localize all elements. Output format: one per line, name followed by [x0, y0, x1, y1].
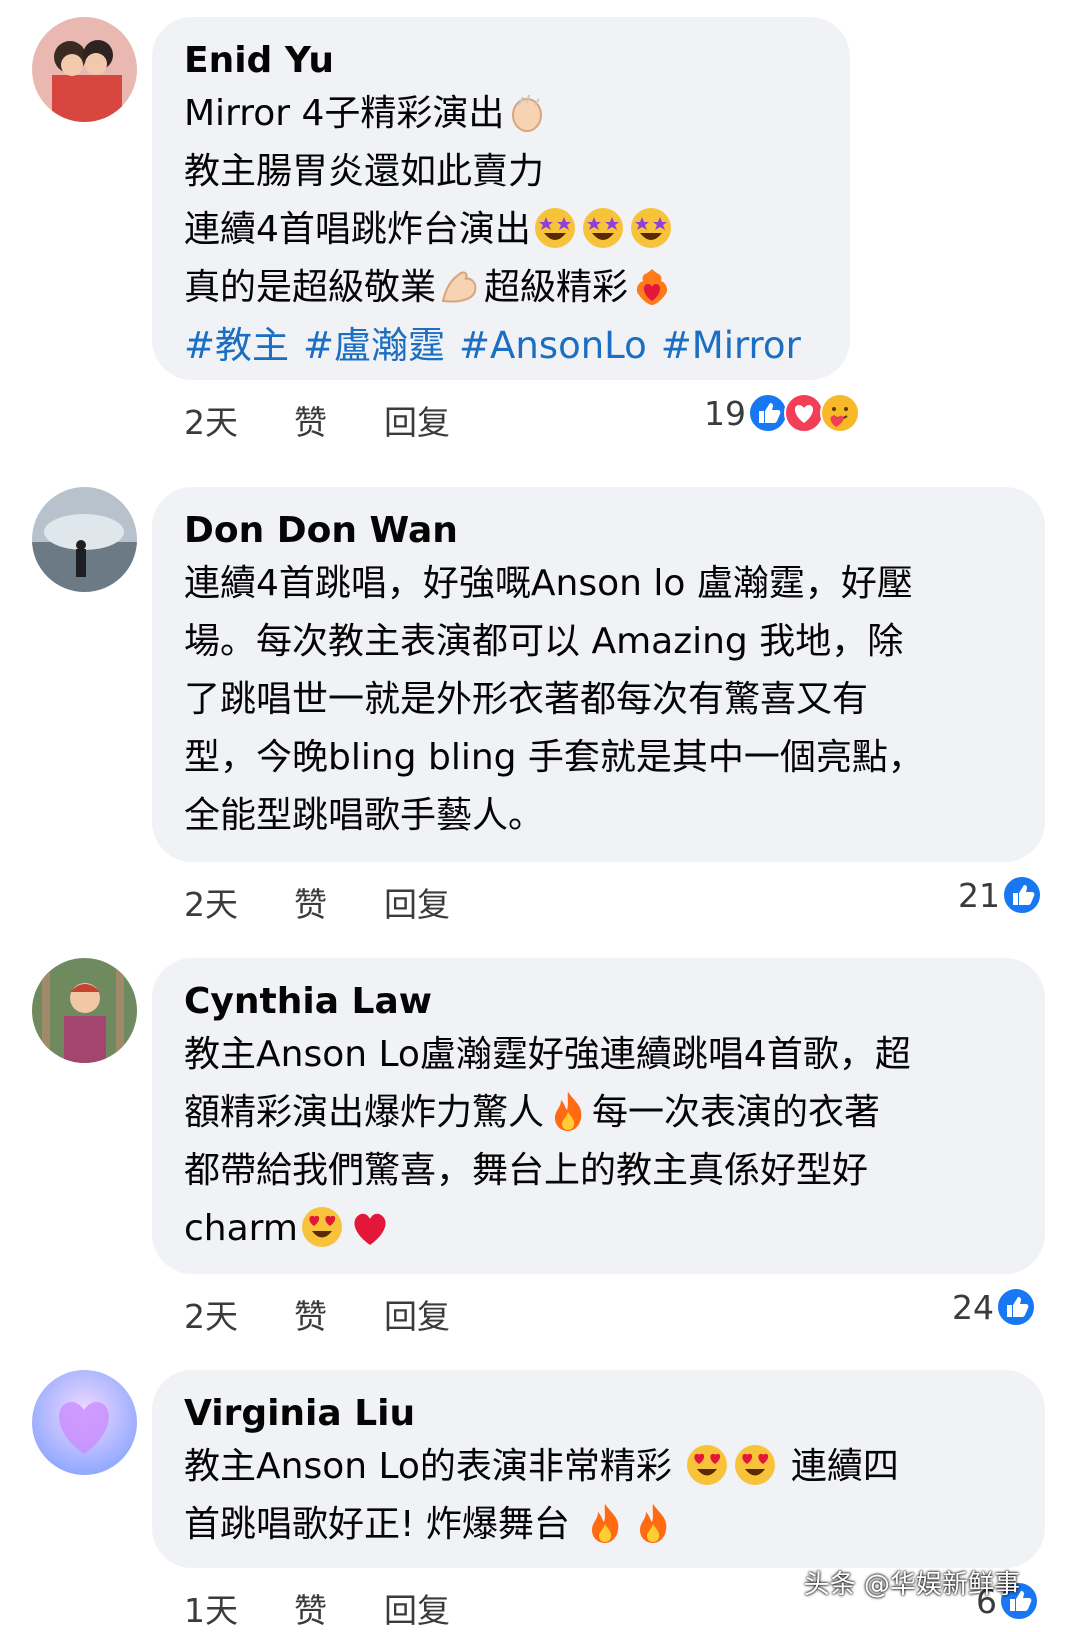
hashtag-link[interactable]: #AnsonLo	[459, 324, 647, 367]
comment-text-line: 教主腸胃炎還如此賣力	[184, 151, 545, 192]
comment-actions: 1天 赞 回复	[184, 1584, 450, 1632]
hashtag-link[interactable]: #盧瀚霆	[303, 324, 445, 367]
reaction-summary[interactable]: 19	[704, 393, 860, 433]
comment-text-line: 連續4首唱跳炸台演出	[184, 209, 531, 250]
comment-text-line: 連續4首跳唱，好強嘅Anson lo 盧瀚霆，好壓	[184, 563, 913, 604]
hashtag-list: #教主 #盧瀚霆 #AnsonLo #Mirror	[184, 317, 818, 375]
like-button[interactable]: 赞	[294, 878, 384, 926]
comment-text-line: charm	[184, 1208, 298, 1249]
reaction-summary[interactable]: 21	[958, 875, 1042, 915]
star-struck-icon	[580, 205, 626, 251]
comment-text: 教主Anson Lo的表演非常精彩 連續四	[184, 1438, 1013, 1496]
comment-text-line: 教主Anson Lo盧瀚霆好強連續跳唱4首歌，超	[184, 1034, 911, 1075]
heart-eyes-icon	[299, 1204, 345, 1250]
comment-time[interactable]: 2天	[184, 1290, 294, 1338]
like-button[interactable]: 赞	[294, 1290, 384, 1338]
like-icon	[996, 1287, 1036, 1327]
comment-bubble: Virginia Liu 教主Anson Lo的表演非常精彩 連續四 首跳唱歌好…	[152, 1370, 1045, 1568]
fire-icon	[545, 1088, 591, 1134]
comment-text-line: 型，今晚bling bling 手套就是其中一個亮點，	[184, 737, 924, 778]
comment-author[interactable]: Virginia Liu	[184, 1390, 1013, 1438]
flexed-biceps-icon	[437, 263, 483, 309]
comment-text-line: 額精彩演出爆炸力驚人	[184, 1092, 545, 1133]
comment-text-line: 首跳唱歌好正! 炸爆舞台	[184, 1504, 570, 1545]
like-icon	[1002, 875, 1042, 915]
comment-text: charm	[184, 1200, 1013, 1258]
reply-button[interactable]: 回复	[384, 1290, 450, 1338]
comment-text: Mirror 4子精彩演出	[184, 85, 818, 143]
comment-text-line: 全能型跳唱歌手藝人。	[184, 795, 545, 836]
comment-author[interactable]: Cynthia Law	[184, 978, 1013, 1026]
avatar[interactable]	[32, 1370, 137, 1475]
comment-text-line: 超級精彩	[484, 267, 629, 308]
comment-text-line: 了跳唱世一就是外形衣著都每次有驚喜又有	[184, 679, 869, 720]
comment-bubble: Cynthia Law 教主Anson Lo盧瀚霆好強連續跳唱4首歌，超 額精彩…	[152, 958, 1045, 1274]
avatar[interactable]	[32, 487, 137, 592]
comment-text-line: Mirror 4子精彩演出	[184, 93, 505, 134]
avatar[interactable]	[32, 958, 137, 1063]
comment-text-line: 都帶給我們驚喜，舞台上的教主真係好型好	[184, 1150, 869, 1191]
comment-text-line: 每一次表演的衣著	[592, 1092, 881, 1133]
comment-text-line: 真的是超級敬業	[184, 267, 437, 308]
reply-button[interactable]: 回复	[384, 1584, 450, 1632]
comment-text: 首跳唱歌好正! 炸爆舞台	[184, 1496, 1013, 1554]
fire-icon	[582, 1500, 628, 1546]
fire-icon	[630, 1500, 676, 1546]
comment-text: 連續4首唱跳炸台演出	[184, 201, 818, 259]
comment-time[interactable]: 2天	[184, 396, 294, 444]
comment-text: 額精彩演出爆炸力驚人 每一次表演的衣著	[184, 1084, 1013, 1142]
reaction-summary[interactable]: 24	[952, 1287, 1036, 1327]
care-icon	[820, 393, 860, 433]
reaction-count: 24	[952, 1287, 994, 1327]
star-struck-icon	[628, 205, 674, 251]
comment-actions: 2天 赞 回复	[184, 878, 450, 926]
comment-bubble: Enid Yu Mirror 4子精彩演出 教主腸胃炎還如此賣力 連續4首唱跳炸…	[152, 17, 850, 380]
red-heart-icon	[347, 1204, 393, 1250]
reaction-count: 21	[958, 875, 1000, 915]
comment-text-line: 場。每次教主表演都可以 Amazing 我地，除	[184, 621, 904, 662]
like-icon	[748, 393, 788, 433]
clapping-hands-icon	[505, 89, 551, 135]
love-icon	[784, 393, 824, 433]
hashtag-link[interactable]: #Mirror	[661, 324, 801, 367]
watermark: 头条 @华娱新鲜事	[803, 1570, 1020, 1600]
comment-author[interactable]: Enid Yu	[184, 37, 818, 85]
comment-bubble: Don Don Wan 連續4首跳唱，好強嘅Anson lo 盧瀚霆，好壓 場。…	[152, 487, 1045, 862]
like-button[interactable]: 赞	[294, 1584, 384, 1632]
like-button[interactable]: 赞	[294, 396, 384, 444]
heart-eyes-icon	[732, 1442, 778, 1488]
hashtag-link[interactable]: #教主	[184, 324, 289, 367]
star-struck-icon	[532, 205, 578, 251]
reply-button[interactable]: 回复	[384, 396, 450, 444]
comment-time[interactable]: 2天	[184, 878, 294, 926]
comment-text-line: 教主Anson Lo的表演非常精彩	[184, 1446, 672, 1487]
comment-text-line: 連續四	[790, 1446, 899, 1487]
comment-actions: 2天 赞 回复	[184, 1290, 450, 1338]
comment-author[interactable]: Don Don Wan	[184, 507, 1013, 555]
comment-time[interactable]: 1天	[184, 1584, 294, 1632]
comment-text: 真的是超級敬業 超級精彩	[184, 259, 818, 317]
avatar[interactable]	[32, 17, 137, 122]
comment-actions: 2天 赞 回复	[184, 396, 450, 444]
reply-button[interactable]: 回复	[384, 878, 450, 926]
heart-on-fire-icon	[629, 263, 675, 309]
reaction-count: 19	[704, 393, 746, 433]
heart-eyes-icon	[684, 1442, 730, 1488]
